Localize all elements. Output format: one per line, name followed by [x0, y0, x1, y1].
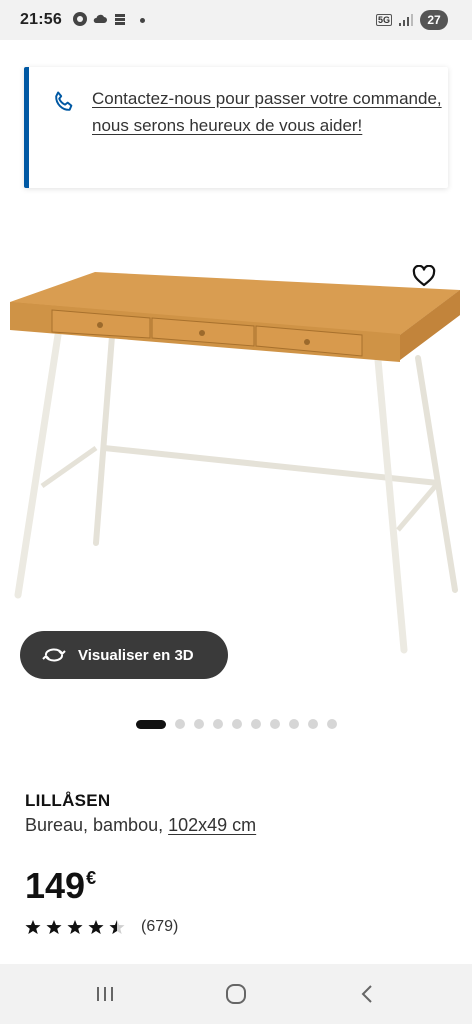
carousel-dot-active[interactable] [135, 719, 166, 729]
rotate-3d-icon [42, 648, 66, 662]
product-page: Contactez-nous pour passer votre command… [0, 40, 472, 964]
carousel-dot[interactable] [231, 719, 242, 729]
network-type-label: 5G [375, 14, 392, 26]
recent-apps-icon [97, 987, 114, 1001]
carousel-dot[interactable] [174, 719, 185, 729]
star-full-icon [25, 920, 41, 934]
image-carousel-indicator[interactable] [0, 719, 472, 729]
signal-icon [399, 14, 413, 26]
star-full-icon [88, 920, 104, 934]
carousel-dot[interactable] [212, 719, 223, 729]
product-description: Bureau, bambou, 102x49 cm [25, 815, 256, 836]
carousel-dot[interactable] [269, 719, 280, 729]
product-type: Bureau, bambou, [25, 815, 164, 835]
drawer-knob-left [97, 322, 103, 328]
product-price: 149€ [25, 856, 96, 908]
back-icon [361, 985, 372, 1003]
price-amount: 149 [25, 865, 86, 906]
product-image[interactable] [0, 240, 472, 670]
carousel-dot[interactable] [288, 719, 299, 729]
stack-icon [115, 14, 125, 25]
product-rating[interactable]: (679) [25, 918, 178, 936]
back-button[interactable] [347, 974, 387, 1014]
navigation-bar [0, 964, 472, 1024]
star-half-icon [109, 920, 125, 934]
star-full-icon [46, 920, 62, 934]
contact-banner[interactable]: Contactez-nous pour passer votre command… [24, 67, 448, 188]
star-full-icon [67, 920, 83, 934]
notification-icons [72, 11, 128, 27]
recent-apps-button[interactable] [85, 974, 125, 1014]
contact-banner-text[interactable]: Contactez-nous pour passer votre command… [92, 85, 442, 139]
favourite-button[interactable] [410, 262, 438, 290]
carousel-dot[interactable] [307, 719, 318, 729]
status-bar: 21:56 5G 27 [0, 0, 472, 40]
more-notifications-dot [140, 18, 145, 23]
desk-leg-front-right [374, 356, 408, 654]
drawer-knob-right [304, 339, 310, 345]
app-notification-icon [73, 12, 87, 26]
product-name: LILLÅSEN [25, 791, 111, 810]
heart-icon [412, 265, 436, 287]
desk-side-stretcher-left [40, 445, 98, 489]
carousel-dot[interactable] [326, 719, 337, 729]
desk-leg-back-right [415, 355, 458, 593]
review-count[interactable]: (679) [141, 918, 178, 936]
drawer-knob-middle [199, 330, 205, 336]
price-currency: € [86, 868, 97, 888]
carousel-dot[interactable] [250, 719, 261, 729]
home-icon [225, 984, 246, 1004]
battery-indicator: 27 [420, 10, 448, 30]
view-3d-label: Visualiser en 3D [78, 646, 194, 664]
phone-icon [55, 91, 73, 111]
view-3d-button[interactable]: Visualiser en 3D [20, 631, 228, 679]
system-indicators: 5G 27 [375, 10, 448, 30]
status-time: 21:56 [20, 11, 62, 28]
desk-side-stretcher-right [396, 481, 440, 532]
home-button[interactable] [216, 974, 256, 1014]
desk-leg-back-left [93, 333, 115, 546]
cloud-icon [93, 14, 107, 23]
rating-stars [25, 919, 125, 935]
product-size-link[interactable]: 102x49 cm [168, 815, 256, 835]
desk-leg-front-left [14, 331, 62, 599]
carousel-dot[interactable] [193, 719, 204, 729]
